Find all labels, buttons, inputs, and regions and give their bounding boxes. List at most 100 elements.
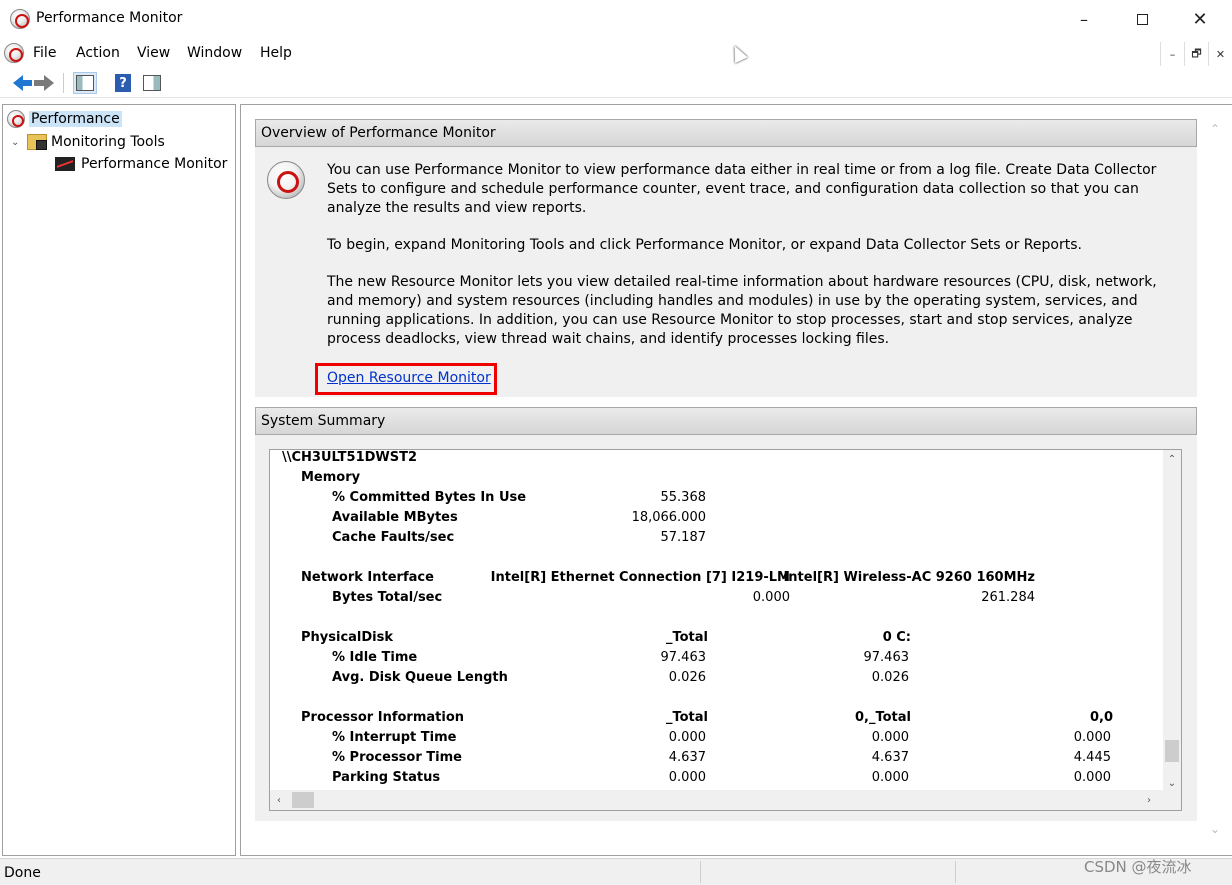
tree-item-label: Performance [29, 111, 122, 127]
parking-status-label: Parking Status [332, 770, 441, 785]
disk-queue-value-2: 0.026 [871, 670, 909, 685]
maximize-button[interactable] [1113, 0, 1171, 38]
interrupt-time-label: % Interrupt Time [332, 730, 457, 745]
bytes-total-label: Bytes Total/sec [332, 590, 443, 605]
show-hide-action-pane-button[interactable] [140, 72, 164, 94]
processor-time-label: % Processor Time [332, 750, 462, 765]
physical-disk-label: PhysicalDisk [301, 630, 394, 645]
tree-item-label: Performance Monitor [81, 156, 228, 172]
cache-faults-label: Cache Faults/sec [332, 530, 455, 545]
toolbar-separator [63, 73, 64, 93]
content-vertical-scrollbar[interactable]: ⌃ ⌄ [1205, 119, 1225, 839]
horizontal-scroll-thumb[interactable] [292, 792, 314, 808]
back-button[interactable] [6, 72, 32, 94]
processor-time-value-1: 4.637 [668, 750, 706, 765]
scroll-right-icon[interactable]: › [1140, 790, 1158, 810]
mdi-minimize-button[interactable]: – [1160, 42, 1184, 66]
status-bar: Done [0, 858, 1232, 885]
action-pane-icon [143, 75, 161, 91]
status-separator [700, 861, 701, 883]
network-interface-label: Network Interface [301, 570, 434, 585]
tree-item-label: Monitoring Tools [51, 134, 165, 150]
performance-gauge-icon [7, 110, 25, 128]
menu-window[interactable]: Window [187, 45, 242, 61]
idle-time-value-2: 97.463 [863, 650, 910, 665]
vertical-scroll-thumb[interactable] [1165, 740, 1179, 762]
system-summary-section: System Summary \\CH3ULT51DWST2 Memory % … [255, 407, 1197, 821]
performance-gauge-icon [267, 161, 305, 199]
show-hide-console-tree-button[interactable] [73, 72, 97, 94]
watermark: CSDN @夜流冰 [1084, 858, 1192, 876]
scroll-down-icon[interactable]: ⌄ [1205, 819, 1225, 839]
title-bar: Performance Monitor – ✕ [0, 0, 1232, 38]
tree-item-monitoring-tools[interactable]: ⌄ Monitoring Tools [11, 131, 165, 153]
highlight-box: Open Resource Monitor [315, 363, 497, 395]
system-menu-icon[interactable] [4, 43, 24, 63]
overview-header: Overview of Performance Monitor [255, 119, 1197, 147]
menu-help[interactable]: Help [260, 45, 292, 61]
mdi-controls: – 🗗 ✕ [1160, 42, 1232, 66]
summary-vertical-scrollbar[interactable]: ⌃ ⌄ [1163, 450, 1181, 792]
overview-paragraph-3: The new Resource Monitor lets you view d… [327, 274, 1157, 347]
overview-paragraph-2: To begin, expand Monitoring Tools and cl… [327, 237, 1082, 253]
open-resource-monitor-link[interactable]: Open Resource Monitor [327, 370, 491, 386]
back-arrow-icon [13, 75, 32, 91]
available-mbytes-value: 18,066.000 [631, 510, 706, 525]
network-adapter-1: Intel[R] Ethernet Connection [7] I219-LM [490, 570, 790, 585]
overview-section: Overview of Performance Monitor You can … [255, 119, 1197, 397]
toolbar: ? [0, 68, 1232, 98]
forward-arrow-icon [34, 75, 54, 91]
mdi-close-button[interactable]: ✕ [1208, 42, 1232, 66]
mdi-restore-button[interactable]: 🗗 [1184, 42, 1208, 66]
minimize-button[interactable]: – [1055, 0, 1113, 38]
committed-bytes-value: 55.368 [660, 490, 707, 505]
interrupt-time-value-1: 0.000 [668, 730, 706, 745]
idle-time-label: % Idle Time [332, 650, 418, 665]
menu-action[interactable]: Action [76, 45, 120, 61]
forward-button[interactable] [32, 72, 56, 94]
status-separator [955, 861, 956, 883]
scroll-left-icon[interactable]: ‹ [270, 790, 288, 810]
bytes-total-value-1: 0.000 [752, 590, 790, 605]
idle-time-value-1: 97.463 [660, 650, 707, 665]
help-button[interactable]: ? [111, 72, 135, 94]
chevron-down-icon[interactable]: ⌄ [11, 137, 23, 148]
summary-horizontal-scrollbar[interactable]: ‹ › [270, 790, 1181, 810]
system-summary-table[interactable]: \\CH3ULT51DWST2 Memory % Committed Bytes… [269, 449, 1182, 811]
menu-file[interactable]: File [33, 45, 56, 61]
available-mbytes-label: Available MBytes [332, 510, 458, 525]
system-summary-header: System Summary [255, 407, 1197, 435]
disk-column-c: 0 C: [882, 630, 911, 645]
menu-view[interactable]: View [137, 45, 170, 61]
console-tree: Performance ⌄ Monitoring Tools Performan… [2, 104, 236, 856]
tree-item-performance[interactable]: Performance [7, 108, 122, 130]
disk-column-total: _Total [665, 630, 708, 645]
disk-queue-label: Avg. Disk Queue Length [332, 670, 508, 685]
processor-column-total: _Total [665, 710, 708, 725]
bytes-total-value-2: 261.284 [981, 590, 1035, 605]
scroll-up-icon[interactable]: ⌃ [1163, 450, 1181, 468]
disk-queue-value-1: 0.026 [668, 670, 706, 685]
scroll-up-icon[interactable]: ⌃ [1205, 119, 1225, 139]
menu-bar: File Action View Window Help [0, 38, 1232, 68]
console-tree-icon [76, 75, 94, 91]
help-icon: ? [115, 74, 131, 92]
tree-item-performance-monitor[interactable]: Performance Monitor [55, 153, 227, 175]
parking-status-value-2: 0.000 [871, 770, 909, 785]
machine-name: \\CH3ULT51DWST2 [282, 450, 418, 465]
processor-time-value-3: 4.445 [1073, 750, 1111, 765]
committed-bytes-label: % Committed Bytes In Use [332, 490, 527, 505]
processor-column-0-0: 0,0 [1089, 710, 1113, 725]
processor-information-label: Processor Information [301, 710, 465, 725]
interrupt-time-value-3: 0.000 [1073, 730, 1111, 745]
monitoring-tools-folder-icon [27, 134, 47, 150]
performance-monitor-app-icon[interactable] [10, 9, 30, 29]
maximize-icon [1136, 13, 1148, 25]
network-adapter-2: Intel[R] Wireless-AC 9260 160MHz [783, 570, 1035, 585]
close-button[interactable]: ✕ [1171, 0, 1229, 38]
processor-time-value-2: 4.637 [871, 750, 909, 765]
window-title: Performance Monitor [36, 10, 183, 26]
processor-column-0-total: 0,_Total [855, 710, 911, 725]
cache-faults-value: 57.187 [660, 530, 707, 545]
content-pane: Overview of Performance Monitor You can … [240, 104, 1232, 856]
